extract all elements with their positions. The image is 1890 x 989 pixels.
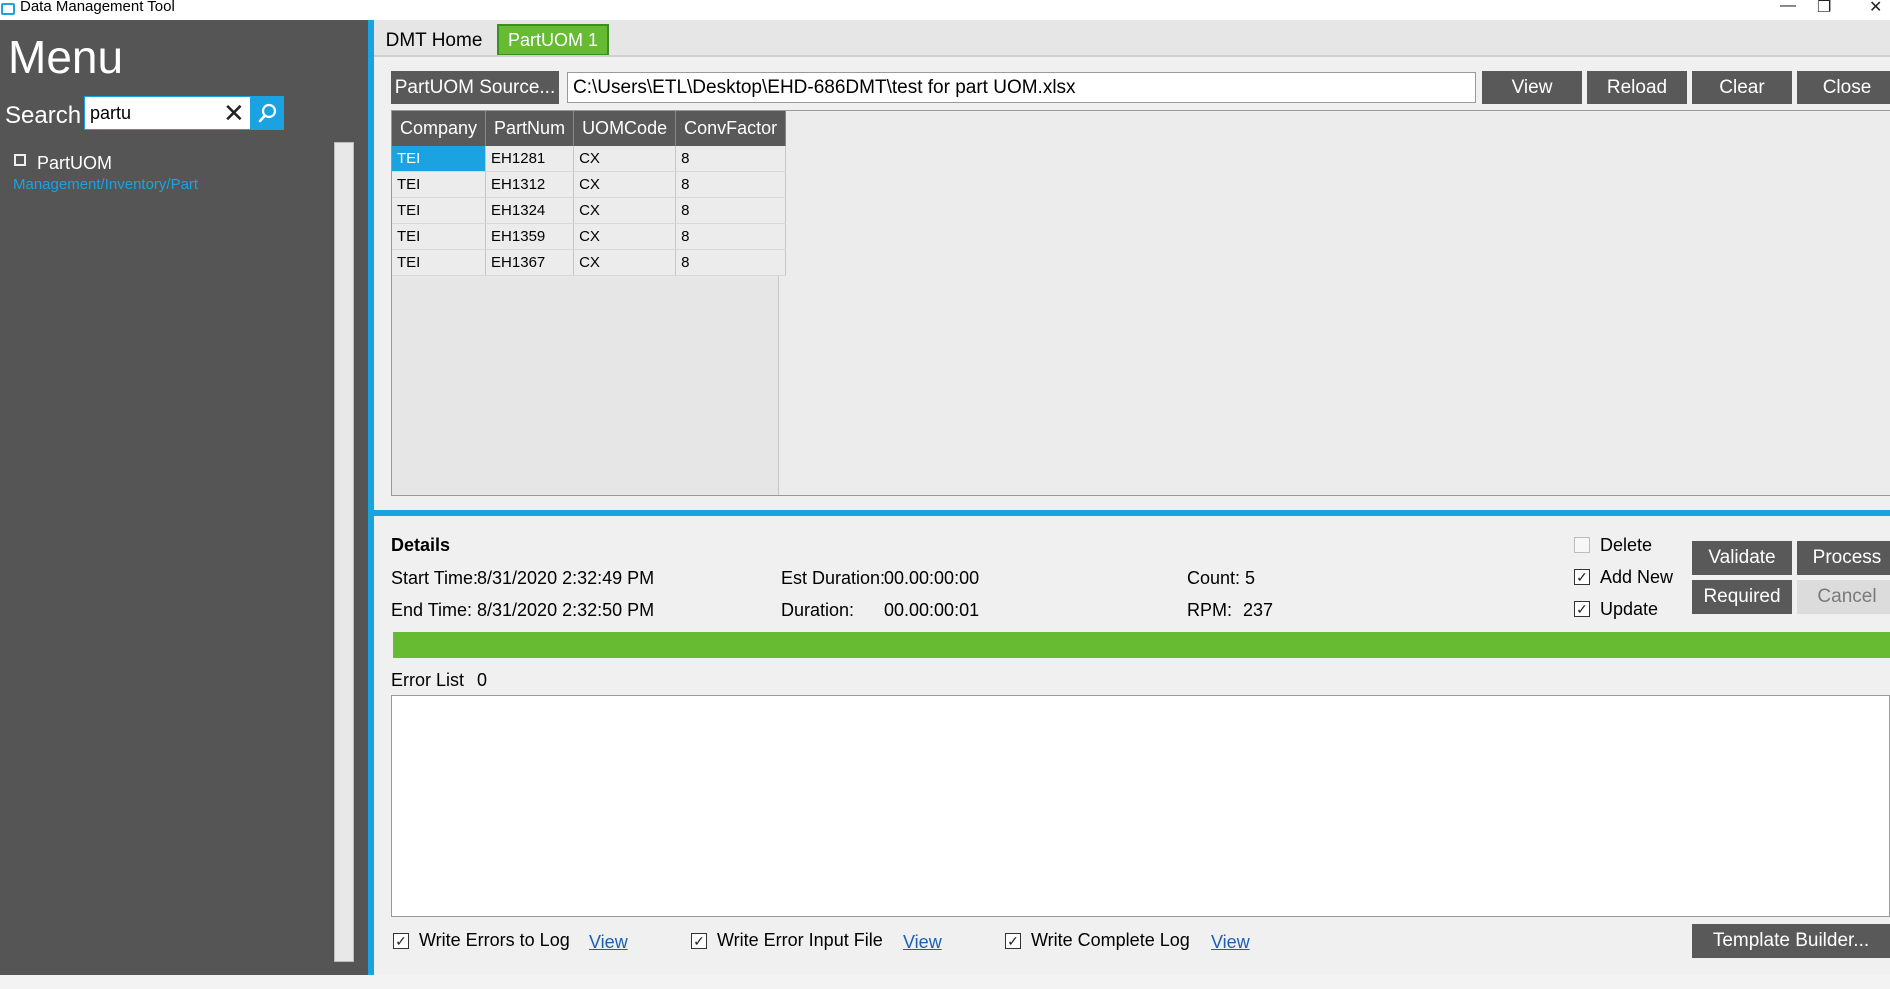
error-list-box[interactable] — [391, 695, 1890, 917]
grid-cell[interactable]: 8 — [675, 197, 787, 224]
write-complete-log-checkbox[interactable]: ✓ — [1005, 933, 1021, 949]
write-complete-log-label: Write Complete Log — [1031, 930, 1190, 950]
grid-cell[interactable]: 8 — [675, 171, 787, 198]
write-errors-label: Write Errors to Log — [419, 930, 570, 950]
grid-cell[interactable]: CX — [573, 223, 677, 250]
add-new-checkbox[interactable]: ✓ — [1574, 569, 1590, 585]
result-item-path[interactable]: Management/Inventory/Part — [13, 176, 198, 193]
clear-button[interactable]: Clear — [1692, 71, 1792, 104]
app-icon — [1, 3, 15, 15]
tab-dmt-home[interactable]: DMT Home — [380, 26, 488, 56]
validate-button[interactable]: Validate — [1692, 541, 1792, 575]
rpm-value: 237 — [1243, 600, 1274, 620]
error-list-label: Error List — [391, 670, 465, 690]
column-header[interactable]: PartNum — [485, 111, 575, 146]
table-row[interactable]: TEI EH1324 CX 8 — [392, 197, 787, 224]
tab-partuom-1[interactable]: PartUOM 1 — [497, 24, 609, 56]
delete-label: Delete — [1600, 535, 1653, 555]
table-row[interactable]: TEI EH1281 CX 8 — [392, 146, 787, 172]
view-error-input-link[interactable]: View — [903, 932, 942, 953]
grid-cell[interactable]: EH1324 — [485, 197, 575, 224]
title-bar — [0, 0, 1890, 20]
duration-value: 00.00:00:01 — [884, 600, 980, 620]
data-grid: Company PartNum UOMCode ConvFactor TEI E… — [392, 111, 787, 276]
document-icon — [14, 154, 26, 166]
grid-cell[interactable]: TEI — [392, 197, 487, 224]
est-duration-value: 00.00:00:00 — [884, 568, 980, 588]
grid-header-row: Company PartNum UOMCode ConvFactor — [392, 111, 787, 146]
grid-cell[interactable]: CX — [573, 249, 677, 276]
close-window-icon[interactable]: ✕ — [1869, 0, 1882, 17]
search-icon — [258, 103, 277, 123]
end-time-label: End Time: — [391, 600, 473, 620]
est-duration-label: Est Duration: — [781, 568, 886, 588]
template-builder-button[interactable]: Template Builder... — [1692, 924, 1890, 958]
table-row[interactable]: TEI EH1312 CX 8 — [392, 171, 787, 198]
clear-search-icon[interactable]: ✕ — [223, 99, 245, 127]
status-bar — [0, 975, 1890, 989]
grid-cell[interactable]: TEI — [392, 249, 487, 276]
result-item-title[interactable]: PartUOM — [37, 153, 112, 174]
grid-cell[interactable]: 8 — [675, 223, 787, 250]
view-errors-log-link[interactable]: View — [589, 932, 628, 953]
start-time-value: 8/31/2020 2:32:49 PM — [477, 568, 655, 588]
process-button[interactable]: Process — [1797, 541, 1890, 575]
progress-bar-fill — [393, 632, 1890, 658]
write-errors-checkbox[interactable]: ✓ — [393, 933, 409, 949]
write-error-input-label: Write Error Input File — [717, 930, 883, 950]
source-button[interactable]: PartUOM Source... — [391, 71, 559, 104]
grid-cell[interactable]: EH1281 — [485, 146, 575, 172]
search-button[interactable] — [251, 96, 284, 130]
search-label: Search — [5, 102, 82, 129]
sidebar-scrollbar[interactable] — [334, 142, 354, 962]
grid-cell[interactable]: EH1312 — [485, 171, 575, 198]
minimize-icon[interactable]: — — [1780, 0, 1796, 15]
close-button[interactable]: Close — [1797, 71, 1890, 104]
grid-cell[interactable]: CX — [573, 197, 677, 224]
view-complete-log-link[interactable]: View — [1211, 932, 1250, 953]
table-row[interactable]: TEI EH1367 CX 8 — [392, 249, 787, 276]
table-row[interactable]: TEI EH1359 CX 8 — [392, 223, 787, 250]
duration-label: Duration: — [781, 600, 855, 620]
start-time-label: Start Time: — [391, 568, 479, 588]
grid-cell[interactable]: 8 — [675, 249, 787, 276]
grid-cell[interactable]: CX — [573, 171, 677, 198]
tab-divider — [374, 55, 1890, 57]
cancel-button[interactable]: Cancel — [1797, 580, 1890, 614]
panel-splitter[interactable] — [374, 510, 1890, 516]
update-label: Update — [1600, 599, 1659, 619]
update-checkbox[interactable]: ✓ — [1574, 601, 1590, 617]
end-time-value: 8/31/2020 2:32:50 PM — [477, 600, 655, 620]
column-header[interactable]: Company — [392, 111, 487, 146]
column-header[interactable]: ConvFactor — [675, 111, 787, 146]
menu-title: Menu — [8, 31, 124, 83]
grid-cell[interactable]: TEI — [392, 146, 487, 172]
count-value: 5 — [1245, 568, 1256, 588]
write-error-input-checkbox[interactable]: ✓ — [691, 933, 707, 949]
details-title: Details — [391, 535, 451, 555]
grid-cell[interactable]: 8 — [675, 146, 787, 172]
grid-empty-pane — [778, 111, 1890, 495]
required-button[interactable]: Required — [1692, 580, 1792, 614]
search-input[interactable] — [90, 101, 215, 125]
delete-checkbox[interactable] — [1574, 537, 1590, 553]
add-new-label: Add New — [1600, 567, 1674, 587]
rpm-label: RPM: — [1187, 600, 1232, 620]
error-count: 0 — [477, 670, 488, 690]
restore-icon[interactable]: ❐ — [1817, 0, 1831, 17]
grid-cell[interactable]: EH1367 — [485, 249, 575, 276]
grid-cell[interactable]: CX — [573, 146, 677, 172]
view-button[interactable]: View — [1482, 71, 1582, 104]
search-box: ✕ — [84, 96, 251, 130]
grid-cell[interactable]: TEI — [392, 223, 487, 250]
count-label: Count: — [1187, 568, 1241, 588]
window-title: Data Management Tool — [20, 0, 175, 15]
column-header[interactable]: UOMCode — [573, 111, 677, 146]
file-path-field[interactable]: C:\Users\ETL\Desktop\EHD-686DMT\test for… — [567, 72, 1476, 103]
grid-cell[interactable]: EH1359 — [485, 223, 575, 250]
reload-button[interactable]: Reload — [1587, 71, 1687, 104]
grid-cell[interactable]: TEI — [392, 171, 487, 198]
